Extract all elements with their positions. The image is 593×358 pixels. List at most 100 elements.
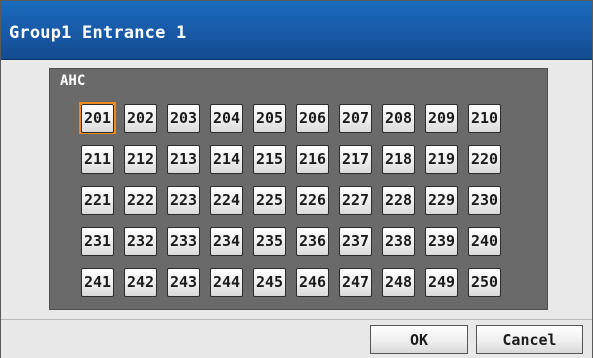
unit-button-234[interactable]: 234 — [210, 226, 243, 256]
unit-cell-222: 222 — [122, 184, 159, 216]
unit-cell-250: 250 — [466, 266, 503, 298]
unit-button-229[interactable]: 229 — [425, 185, 458, 215]
unit-button-235[interactable]: 235 — [253, 226, 286, 256]
unit-button-245[interactable]: 245 — [253, 267, 286, 297]
unit-cell-202: 202 — [122, 102, 159, 134]
unit-cell-204: 204 — [208, 102, 245, 134]
unit-button-236[interactable]: 236 — [296, 226, 329, 256]
unit-cell-240: 240 — [466, 225, 503, 257]
unit-cell-226: 226 — [294, 184, 331, 216]
unit-cell-221: 221 — [79, 184, 116, 216]
dialog-body: AHC 201 202 203 204 205 206 207 208 209 210 211 212… — [1, 60, 592, 319]
unit-button-230[interactable]: 230 — [468, 185, 501, 215]
unit-button-241[interactable]: 241 — [81, 267, 114, 297]
unit-cell-212: 212 — [122, 143, 159, 175]
unit-button-247[interactable]: 247 — [339, 267, 372, 297]
unit-button-217[interactable]: 217 — [339, 144, 372, 174]
unit-button-250[interactable]: 250 — [468, 267, 501, 297]
unit-button-211[interactable]: 211 — [81, 144, 114, 174]
unit-button-223[interactable]: 223 — [167, 185, 200, 215]
unit-button-210[interactable]: 210 — [468, 103, 501, 133]
unit-button-233[interactable]: 233 — [167, 226, 200, 256]
unit-button-201[interactable]: 201 — [81, 103, 114, 133]
unit-group-panel: AHC 201 202 203 204 205 206 207 208 209 210 211 212… — [49, 68, 548, 310]
unit-button-226[interactable]: 226 — [296, 185, 329, 215]
window-title: Group1 Entrance 1 — [9, 23, 187, 43]
unit-cell-214: 214 — [208, 143, 245, 175]
unit-cell-248: 248 — [380, 266, 417, 298]
unit-cell-231: 231 — [79, 225, 116, 257]
unit-cell-227: 227 — [337, 184, 374, 216]
unit-cell-225: 225 — [251, 184, 288, 216]
unit-button-248[interactable]: 248 — [382, 267, 415, 297]
unit-cell-220: 220 — [466, 143, 503, 175]
unit-button-228[interactable]: 228 — [382, 185, 415, 215]
unit-button-203[interactable]: 203 — [167, 103, 200, 133]
unit-cell-230: 230 — [466, 184, 503, 216]
unit-button-206[interactable]: 206 — [296, 103, 329, 133]
unit-button-218[interactable]: 218 — [382, 144, 415, 174]
unit-cell-207: 207 — [337, 102, 374, 134]
unit-button-215[interactable]: 215 — [253, 144, 286, 174]
unit-button-227[interactable]: 227 — [339, 185, 372, 215]
unit-cell-244: 244 — [208, 266, 245, 298]
unit-button-242[interactable]: 242 — [124, 267, 157, 297]
unit-cell-224: 224 — [208, 184, 245, 216]
unit-button-240[interactable]: 240 — [468, 226, 501, 256]
unit-button-213[interactable]: 213 — [167, 144, 200, 174]
unit-button-214[interactable]: 214 — [210, 144, 243, 174]
unit-cell-235: 235 — [251, 225, 288, 257]
unit-cell-216: 216 — [294, 143, 331, 175]
unit-button-244[interactable]: 244 — [210, 267, 243, 297]
unit-cell-239: 239 — [423, 225, 460, 257]
unit-button-216[interactable]: 216 — [296, 144, 329, 174]
unit-cell-229: 229 — [423, 184, 460, 216]
unit-cell-237: 237 — [337, 225, 374, 257]
unit-button-208[interactable]: 208 — [382, 103, 415, 133]
unit-cell-205: 205 — [251, 102, 288, 134]
unit-button-220[interactable]: 220 — [468, 144, 501, 174]
unit-button-221[interactable]: 221 — [81, 185, 114, 215]
unit-button-205[interactable]: 205 — [253, 103, 286, 133]
unit-button-237[interactable]: 237 — [339, 226, 372, 256]
unit-button-225[interactable]: 225 — [253, 185, 286, 215]
unit-cell-243: 243 — [165, 266, 202, 298]
unit-cell-236: 236 — [294, 225, 331, 257]
unit-cell-206: 206 — [294, 102, 331, 134]
unit-cell-249: 249 — [423, 266, 460, 298]
unit-button-239[interactable]: 239 — [425, 226, 458, 256]
unit-button-238[interactable]: 238 — [382, 226, 415, 256]
unit-button-246[interactable]: 246 — [296, 267, 329, 297]
unit-cell-223: 223 — [165, 184, 202, 216]
unit-cell-213: 213 — [165, 143, 202, 175]
unit-cell-242: 242 — [122, 266, 159, 298]
unit-button-243[interactable]: 243 — [167, 267, 200, 297]
unit-cell-245: 245 — [251, 266, 288, 298]
unit-cell-201: 201 — [79, 102, 116, 134]
unit-button-207[interactable]: 207 — [339, 103, 372, 133]
unit-button-202[interactable]: 202 — [124, 103, 157, 133]
unit-cell-247: 247 — [337, 266, 374, 298]
unit-button-224[interactable]: 224 — [210, 185, 243, 215]
unit-button-231[interactable]: 231 — [81, 226, 114, 256]
unit-cell-208: 208 — [380, 102, 417, 134]
unit-cell-203: 203 — [165, 102, 202, 134]
unit-cell-241: 241 — [79, 266, 116, 298]
unit-button-219[interactable]: 219 — [425, 144, 458, 174]
unit-button-232[interactable]: 232 — [124, 226, 157, 256]
ok-button[interactable]: OK — [370, 325, 468, 354]
unit-button-209[interactable]: 209 — [425, 103, 458, 133]
unit-cell-238: 238 — [380, 225, 417, 257]
unit-button-212[interactable]: 212 — [124, 144, 157, 174]
unit-cell-228: 228 — [380, 184, 417, 216]
unit-cell-246: 246 — [294, 266, 331, 298]
unit-button-249[interactable]: 249 — [425, 267, 458, 297]
unit-cell-215: 215 — [251, 143, 288, 175]
unit-cell-217: 217 — [337, 143, 374, 175]
group-label: AHC — [60, 73, 86, 89]
unit-button-204[interactable]: 204 — [210, 103, 243, 133]
unit-cell-210: 210 — [466, 102, 503, 134]
cancel-button[interactable]: Cancel — [476, 325, 583, 354]
unit-cell-218: 218 — [380, 143, 417, 175]
unit-button-222[interactable]: 222 — [124, 185, 157, 215]
